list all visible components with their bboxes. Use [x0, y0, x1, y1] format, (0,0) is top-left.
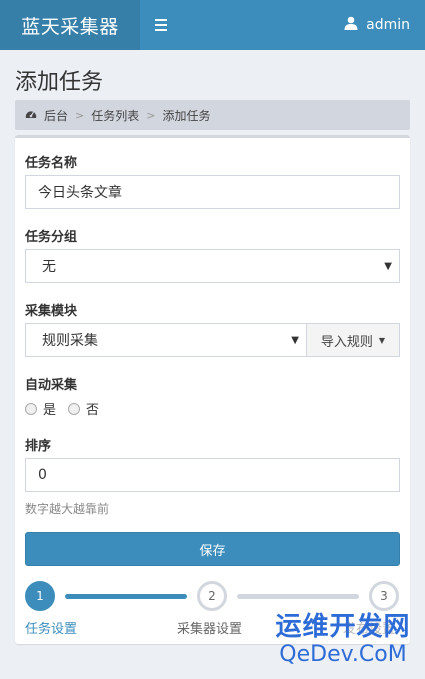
auto-collect-yes-label[interactable]: 是: [43, 399, 56, 418]
caret-down-icon: ▼: [384, 260, 392, 272]
task-name-label: 任务名称: [25, 156, 78, 171]
auto-collect-no-radio[interactable]: [68, 402, 81, 415]
auto-collect-no-label[interactable]: 否: [86, 399, 99, 418]
caret-down-icon: ▼: [378, 335, 386, 345]
step-2-circle[interactable]: 2: [197, 581, 227, 611]
app-logo[interactable]: 蓝天采集器: [0, 0, 140, 50]
sort-value: 0: [38, 467, 47, 483]
auto-collect-label: 自动采集: [25, 378, 78, 393]
breadcrumb-item-task-list[interactable]: 任务列表: [91, 107, 139, 124]
module-label: 采集模块: [25, 304, 78, 319]
save-button[interactable]: 保存: [25, 532, 400, 566]
user-name: admin: [366, 17, 410, 33]
menu-toggle-icon[interactable]: [140, 0, 182, 50]
dashboard-icon: [25, 108, 37, 122]
auto-collect-radio-group: 是 否: [25, 399, 99, 418]
task-name-value: 今日头条文章: [38, 185, 122, 201]
watermark-en: QeDev.CoM: [279, 642, 407, 667]
top-navbar: 蓝天采集器 admin: [0, 0, 425, 50]
import-rules-button[interactable]: 导入规则 ▼: [306, 323, 400, 357]
module-value: 规则采集: [42, 333, 98, 349]
breadcrumb-separator: >: [75, 108, 85, 122]
caret-down-icon: ▼: [291, 334, 299, 346]
task-group-label: 任务分组: [25, 230, 78, 245]
form-box: 任务名称 今日头条文章 任务分组 无 ▼ 采集模块 规则采集 ▼ 导入规则 ▼ …: [15, 135, 410, 644]
breadcrumb: 后台 > 任务列表 > 添加任务: [15, 100, 410, 130]
import-rules-label: 导入规则: [320, 334, 373, 350]
breadcrumb-separator: >: [146, 108, 156, 122]
module-select[interactable]: 规则采集 ▼: [25, 323, 307, 357]
sort-input[interactable]: 0: [25, 458, 400, 492]
sort-help-text: 数字越大越靠前: [25, 502, 110, 516]
watermark-cn: 运维开发网: [275, 612, 411, 642]
sort-label: 排序: [25, 439, 52, 454]
breadcrumb-item-home[interactable]: 后台: [44, 107, 68, 124]
user-icon: [344, 16, 358, 34]
user-menu[interactable]: admin: [344, 16, 410, 34]
step-3-circle[interactable]: 3: [369, 581, 399, 611]
breadcrumb-item-current: 添加任务: [162, 108, 211, 123]
task-group-value: 无: [42, 259, 56, 275]
task-name-input[interactable]: 今日头条文章: [25, 175, 400, 209]
page-title: 添加任务: [15, 70, 104, 95]
step-1-label[interactable]: 任务设置: [25, 618, 77, 637]
step-connector-1: [65, 594, 187, 599]
watermark: 运维开发网 QeDev.CoM: [268, 612, 418, 668]
step-connector-2: [237, 594, 359, 599]
step-2-label[interactable]: 采集器设置: [177, 618, 242, 637]
step-1-circle[interactable]: 1: [25, 581, 55, 611]
task-group-select[interactable]: 无 ▼: [25, 249, 400, 283]
auto-collect-yes-radio[interactable]: [25, 402, 37, 415]
